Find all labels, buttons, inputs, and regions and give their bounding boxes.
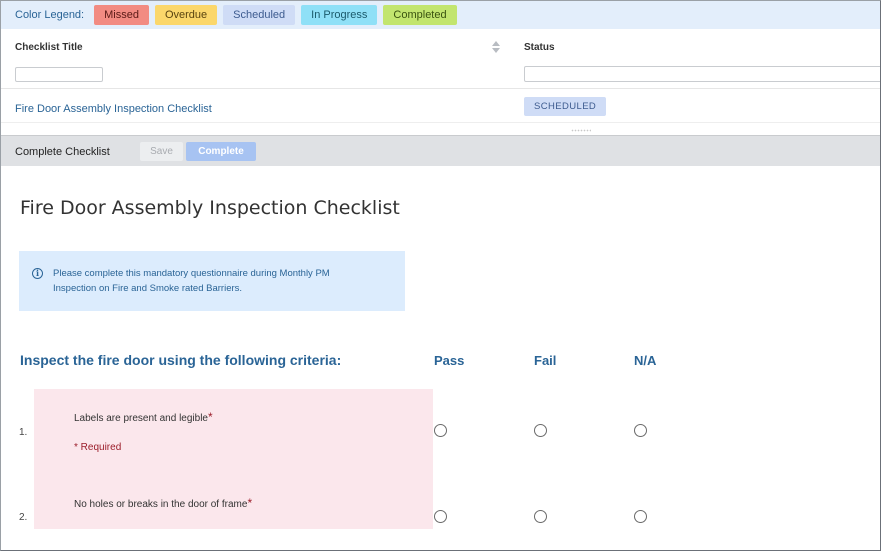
- required-star: *: [247, 496, 253, 510]
- info-text: Please complete this mandatory questionn…: [53, 268, 330, 294]
- option-header-fail: Fail: [534, 353, 557, 368]
- legend-chip-scheduled: Scheduled: [223, 5, 296, 25]
- section-title: Inspect the fire door using the followin…: [20, 352, 342, 368]
- question-label: No holes or breaks in the door of frame: [74, 499, 248, 510]
- column-header-status[interactable]: Status: [524, 42, 555, 53]
- form-title: Fire Door Assembly Inspection Checklist: [20, 197, 400, 219]
- radio-q2-na[interactable]: [634, 510, 647, 523]
- question-number: 2.: [19, 512, 28, 523]
- app-window: Color Legend: Missed Overdue Scheduled I…: [0, 0, 881, 551]
- legend-chip-completed: Completed: [383, 5, 457, 25]
- question-label: Labels are present and legible: [74, 413, 208, 424]
- grid-header: Checklist Title Status: [1, 29, 880, 89]
- radio-q1-na[interactable]: [634, 424, 647, 437]
- question-text: No holes or breaks in the door of frame*: [74, 496, 252, 510]
- question-number: 1.: [19, 427, 28, 438]
- toolbar-title: Complete Checklist: [15, 146, 110, 158]
- status-filter-input[interactable]: [524, 66, 880, 82]
- color-legend: Color Legend: Missed Overdue Scheduled I…: [1, 1, 880, 29]
- info-message: i Please complete this mandatory questio…: [19, 251, 405, 311]
- question-text: Labels are present and legible*: [74, 410, 213, 424]
- radio-q2-fail[interactable]: [534, 510, 547, 523]
- radio-q1-pass[interactable]: [434, 424, 447, 437]
- radio-q2-pass[interactable]: [434, 510, 447, 523]
- legend-label: Color Legend:: [15, 9, 85, 21]
- legend-chip-missed: Missed: [94, 5, 149, 25]
- option-header-na: N/A: [634, 353, 657, 368]
- legend-chip-overdue: Overdue: [154, 5, 218, 25]
- status-badge: SCHEDULED: [524, 97, 607, 116]
- radio-q1-fail[interactable]: [534, 424, 547, 437]
- required-star: *: [207, 410, 213, 424]
- save-button[interactable]: Save: [140, 142, 183, 161]
- pane-splitter[interactable]: [1, 123, 880, 135]
- legend-chip-in-progress: In Progress: [301, 5, 378, 25]
- sort-icon[interactable]: [492, 41, 500, 53]
- splitter-grip-icon[interactable]: [571, 129, 591, 132]
- checklist-toolbar: Complete Checklist Save Complete: [1, 135, 880, 166]
- required-message: * Required: [74, 442, 122, 453]
- table-row[interactable]: Fire Door Assembly Inspection Checklist …: [1, 89, 880, 123]
- complete-button[interactable]: Complete: [186, 142, 256, 161]
- info-icon: i: [32, 268, 43, 279]
- title-filter-input[interactable]: [15, 67, 103, 82]
- column-header-title[interactable]: Checklist Title: [15, 42, 83, 53]
- checklist-title-link[interactable]: Fire Door Assembly Inspection Checklist: [15, 103, 212, 115]
- option-header-pass: Pass: [434, 353, 465, 368]
